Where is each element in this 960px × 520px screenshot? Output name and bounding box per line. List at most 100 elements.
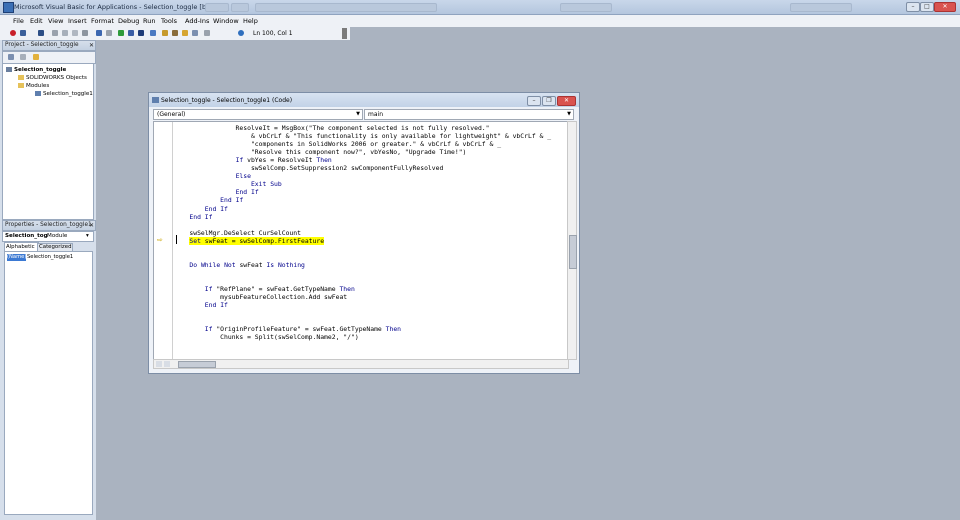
reset-icon[interactable] (138, 30, 144, 36)
code-line[interactable]: Chunks = Split(swSelComp.Name2, "/") (174, 333, 359, 341)
break-icon[interactable] (128, 30, 134, 36)
code-line[interactable]: Set swFeat = swSelComp.FirstFeature (174, 236, 325, 245)
window-title: Microsoft Visual Basic for Applications … (14, 3, 223, 11)
properties-pane-close-icon[interactable]: ✕ (89, 221, 94, 230)
properties-pane-header: Properties - Selection_toggle1 ✕ (2, 220, 96, 231)
tree-folder-solidworks[interactable]: SOLIDWORKS Objects (18, 75, 87, 81)
code-line[interactable]: "components in SolidWorks 2006 or greate… (174, 140, 501, 148)
scroll-thumb[interactable] (569, 235, 577, 269)
menu-window[interactable]: Window (213, 17, 239, 25)
menu-debug[interactable]: Debug (118, 17, 139, 25)
tree-root[interactable]: Selection_toggle (6, 67, 66, 73)
background-app-toolbar (255, 3, 437, 12)
copy-icon[interactable] (62, 30, 68, 36)
menu-edit[interactable]: Edit (30, 17, 43, 25)
menu-view[interactable]: View (48, 17, 63, 25)
code-line[interactable]: Exit Sub (174, 180, 282, 188)
code-line[interactable]: End If (174, 205, 228, 213)
code-line[interactable]: End If (174, 188, 259, 196)
toolbar-icon[interactable] (204, 30, 210, 36)
code-line[interactable]: End If (174, 301, 228, 309)
paste-icon[interactable] (72, 30, 78, 36)
maximize-button[interactable]: □ (920, 2, 934, 12)
code-window: Selection_toggle - Selection_toggle1 (Co… (148, 92, 580, 374)
code-line[interactable]: swSelMgr.DeSelect CurSelCount (174, 229, 301, 237)
ghost-tab (205, 3, 229, 12)
run-icon[interactable] (118, 30, 124, 36)
property-name-cell[interactable]: (Name) (7, 254, 26, 261)
code-window-title: Selection_toggle - Selection_toggle1 (Co… (161, 97, 293, 104)
object-combo-value: (General) (157, 111, 186, 118)
menu-tools[interactable]: Tools (161, 17, 177, 25)
standard-toolbar: Ln 100, Col 1 (0, 27, 350, 40)
view-code-icon[interactable] (8, 54, 14, 60)
margin-indicator-bar: ⇨ (154, 122, 173, 359)
code-line[interactable]: If "RefPlane" = swFeat.GetTypeName Then (174, 285, 355, 293)
menu-file[interactable]: File (13, 17, 24, 25)
vertical-scrollbar[interactable] (567, 121, 577, 360)
code-line[interactable]: & vbCrLf & "This functionality is only a… (174, 132, 551, 140)
project-pane-header: Project - Selection_toggle ✕ (2, 40, 96, 51)
code-line[interactable]: Do While Not swFeat Is Nothing (174, 261, 305, 269)
chevron-down-icon: ▼ (356, 111, 360, 117)
code-line[interactable]: "Resolve this component now?", vbYesNo, … (174, 148, 466, 156)
view-procedure-icon[interactable] (156, 361, 162, 367)
cut-icon[interactable] (52, 30, 58, 36)
code-editor[interactable]: ⇨ ResolveIt = MsgBox("The component sele… (153, 121, 569, 360)
code-line[interactable]: If "OriginProfileFeature" = swFeat.GetTy… (174, 325, 401, 333)
tree-module-item[interactable]: Selection_toggle1 (35, 91, 93, 97)
tab-categorized-label: Categorized (39, 244, 72, 250)
code-line[interactable]: End If (174, 196, 243, 204)
minimize-button[interactable]: – (906, 2, 920, 12)
solidworks-icon[interactable] (10, 30, 16, 36)
view-object-icon[interactable] (20, 54, 26, 60)
hscroll-thumb[interactable] (178, 361, 216, 368)
code-line[interactable]: If vbYes = ResolveIt Then (174, 156, 332, 164)
toolbox-icon[interactable] (192, 30, 198, 36)
module-icon (35, 91, 41, 96)
menu-add-ins[interactable]: Add-Ins (185, 17, 209, 25)
menu-format[interactable]: Format (91, 17, 114, 25)
code-line[interactable]: swSelComp.SetSuppression2 swComponentFul… (174, 164, 443, 172)
title-bar: Microsoft Visual Basic for Applications … (0, 0, 960, 15)
horizontal-scrollbar[interactable] (153, 359, 569, 369)
menu-run[interactable]: Run (143, 17, 155, 25)
procedure-combo[interactable]: main ▼ (364, 109, 574, 120)
view-module-icon[interactable] (164, 361, 170, 367)
menu-help[interactable]: Help (243, 17, 258, 25)
undo-icon[interactable] (96, 30, 102, 36)
help-icon[interactable] (238, 30, 244, 36)
folder-icon (18, 75, 24, 80)
tree-folder-label: SOLIDWORKS Objects (26, 75, 87, 81)
insert-module-icon[interactable] (20, 30, 26, 36)
chevron-down-icon: ▾ (86, 233, 89, 239)
code-close-button[interactable]: ✕ (557, 96, 576, 106)
properties-object-combo[interactable]: Selection_tog Module ▾ (2, 231, 94, 242)
code-window-titlebar[interactable]: Selection_toggle - Selection_toggle1 (Co… (149, 93, 579, 107)
code-window-icon (152, 97, 159, 103)
project-pane-close-icon[interactable]: ✕ (89, 41, 94, 50)
code-minimize-button[interactable]: – (527, 96, 541, 106)
project-explorer-icon[interactable] (162, 30, 168, 36)
close-button[interactable]: ✕ (934, 2, 956, 12)
code-line[interactable]: End If (174, 213, 212, 221)
code-line[interactable]: mysubFeatureCollection.Add swFeat (174, 293, 347, 301)
object-browser-icon[interactable] (182, 30, 188, 36)
menu-insert[interactable]: Insert (68, 17, 87, 25)
tree-folder-modules[interactable]: Modules (18, 83, 49, 89)
code-line[interactable]: Else (174, 172, 251, 180)
design-mode-icon[interactable] (150, 30, 156, 36)
redo-icon[interactable] (106, 30, 112, 36)
project-tree: Selection_toggle SOLIDWORKS Objects Modu… (2, 63, 94, 220)
properties-window-icon[interactable] (172, 30, 178, 36)
object-combo[interactable]: (General) ▼ (153, 109, 363, 120)
save-icon[interactable] (38, 30, 44, 36)
toolbar-grip[interactable] (342, 28, 347, 39)
project-icon (6, 67, 12, 72)
code-restore-button[interactable]: ❐ (542, 96, 556, 106)
property-value-cell[interactable]: Selection_toggle1 (27, 254, 73, 261)
toggle-folders-icon[interactable] (33, 54, 39, 60)
code-line[interactable]: ResolveIt = MsgBox("The component select… (174, 124, 490, 132)
find-icon[interactable] (82, 30, 88, 36)
background-search (790, 3, 852, 12)
